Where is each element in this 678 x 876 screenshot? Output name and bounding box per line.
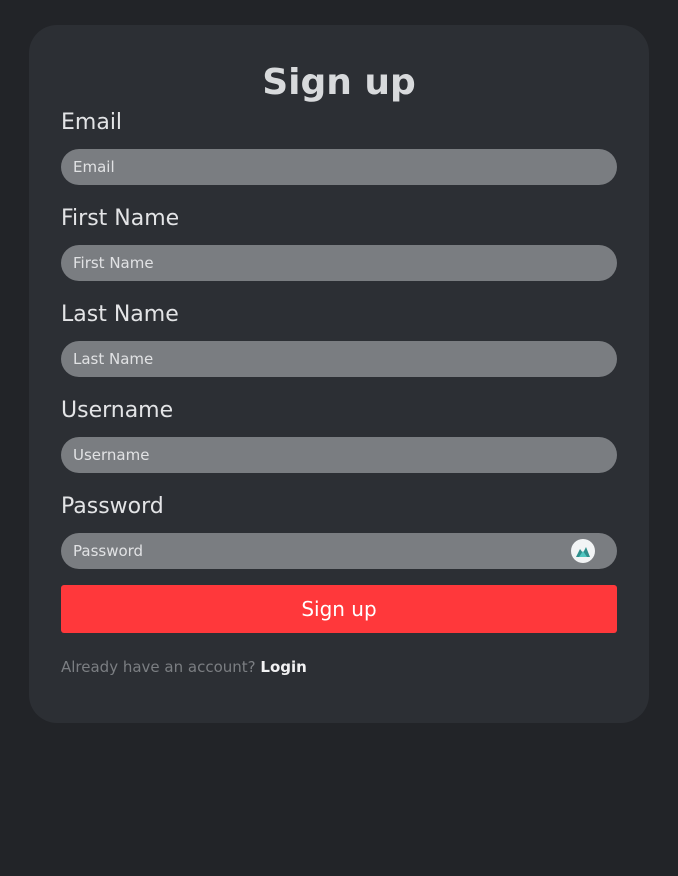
login-prompt: Already have an account? Login	[61, 656, 307, 678]
password-manager-glyph-icon	[576, 547, 590, 557]
email-field[interactable]	[61, 149, 617, 185]
password-field[interactable]	[61, 533, 617, 569]
last-name-label: Last Name	[61, 302, 179, 327]
sign-up-button[interactable]: Sign up	[61, 585, 617, 633]
last-name-field[interactable]	[61, 341, 617, 377]
password-manager-icon[interactable]	[571, 539, 595, 563]
signup-card: Sign up Email First Name Last Name Usern…	[29, 25, 649, 723]
password-label: Password	[61, 494, 164, 519]
first-name-field[interactable]	[61, 245, 617, 281]
login-prompt-text: Already have an account?	[61, 658, 261, 676]
page-title: Sign up	[262, 62, 416, 103]
email-label: Email	[61, 110, 123, 135]
username-field[interactable]	[61, 437, 617, 473]
first-name-label: First Name	[61, 206, 180, 231]
login-link[interactable]: Login	[260, 658, 306, 676]
username-label: Username	[61, 398, 174, 423]
